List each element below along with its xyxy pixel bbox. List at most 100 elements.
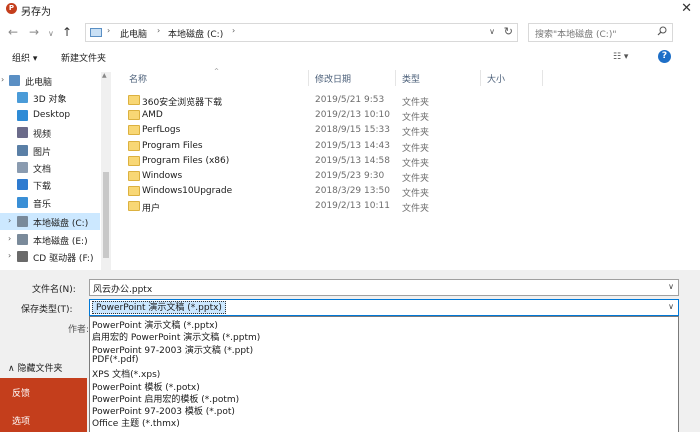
file-name: Program Files (x86) — [142, 155, 230, 166]
backstage-feedback[interactable]: 反馈 — [12, 386, 30, 399]
forward-arrow-icon[interactable]: → — [29, 25, 39, 39]
sidebar-scrollbar[interactable]: ▲ — [101, 72, 111, 270]
file-row[interactable]: Program Files (x86) 2019/5/13 14:58 文件夹 — [118, 154, 478, 169]
cd-drive-icon — [17, 251, 28, 262]
sidebar-item-desktop[interactable]: Desktop — [0, 107, 100, 124]
column-divider[interactable] — [542, 70, 543, 86]
file-date: 2019/2/13 10:11 — [315, 201, 390, 212]
sidebar-item-label: 此电脑 — [25, 78, 53, 88]
refresh-icon[interactable]: ↻ — [504, 25, 513, 38]
sidebar-item-3d-objects[interactable]: 3D 对象 — [0, 89, 100, 106]
sidebar-item-cd-drive[interactable]: › CD 驱动器 (F:) — [0, 248, 100, 265]
filetype-selected-value[interactable]: PowerPoint 演示文稿 (*.pptx) — [92, 301, 226, 314]
file-type: 文件夹 — [402, 98, 430, 108]
file-row[interactable]: PerfLogs 2018/9/15 15:33 文件夹 — [118, 123, 478, 138]
filetype-option[interactable]: PowerPoint 97-2003 演示文稿 (*.ppt) — [92, 343, 253, 356]
breadcrumb-separator-icon[interactable]: › — [232, 26, 235, 35]
filetype-option[interactable]: XPS 文档(*.xps) — [92, 367, 160, 380]
sidebar-item-pictures[interactable]: 图片 — [0, 142, 100, 159]
column-divider[interactable] — [308, 70, 309, 86]
sidebar-item-computer[interactable]: › 此电脑 — [0, 72, 100, 89]
view-options-icon[interactable]: ☷ ▾ — [613, 52, 628, 62]
breadcrumb-separator-icon[interactable]: › — [107, 26, 110, 35]
sidebar-item-label: CD 驱动器 (F:) — [33, 254, 94, 264]
filetype-option[interactable]: 启用宏的 PowerPoint 演示文稿 (*.pptm) — [92, 330, 260, 343]
title-bar: P 另存为 ✕ — [0, 0, 700, 20]
sidebar-scroll-thumb[interactable] — [103, 172, 109, 258]
breadcrumb-drive-c[interactable]: 本地磁盘 (C:) — [168, 27, 223, 40]
breadcrumb-this-pc[interactable]: 此电脑 — [120, 27, 147, 40]
folder-icon — [128, 125, 140, 136]
sidebar-item-drive-c[interactable]: › 本地磁盘 (C:) — [0, 213, 100, 231]
documents-icon — [17, 162, 28, 173]
filetype-option[interactable]: PDF(*.pdf) — [92, 355, 139, 365]
file-row[interactable]: Windows 2019/5/23 9:30 文件夹 — [118, 169, 478, 184]
file-type: 文件夹 — [402, 174, 430, 184]
sidebar-item-label: 3D 对象 — [33, 95, 67, 106]
search-placeholder[interactable]: 搜索"本地磁盘 (C:)" — [535, 27, 616, 40]
filetype-option[interactable]: PowerPoint 97-2003 模板 (*.pot) — [92, 404, 235, 417]
sidebar-item-music[interactable]: 音乐 — [0, 194, 100, 211]
recent-locations-chevron-icon[interactable]: ∨ — [48, 27, 54, 41]
organize-button[interactable]: 组织 ▾ — [12, 51, 37, 64]
filename-value[interactable]: 风云办公.pptx — [93, 282, 152, 295]
column-header-name[interactable]: 名称 — [129, 72, 147, 85]
sidebar-item-video[interactable]: 视频 — [0, 124, 100, 141]
file-row[interactable]: AMD 2019/2/13 10:10 文件夹 — [118, 108, 478, 123]
folder-icon — [128, 155, 140, 166]
breadcrumb-separator-icon[interactable]: › — [157, 26, 160, 35]
filetype-option[interactable]: PowerPoint 演示文稿 (*.pptx) — [92, 318, 218, 331]
filetype-select[interactable]: PowerPoint 演示文稿 (*.pptx) ∨ — [89, 299, 679, 316]
expand-chevron-icon[interactable]: › — [8, 234, 11, 243]
file-type: 文件夹 — [402, 128, 430, 139]
filetype-dropdown-list: PowerPoint 演示文稿 (*.pptx) 启用宏的 PowerPoint … — [89, 316, 679, 432]
file-type: 文件夹 — [402, 189, 430, 200]
backstage-options[interactable]: 选项 — [12, 414, 30, 427]
new-folder-button[interactable]: 新建文件夹 — [61, 51, 106, 64]
search-icon[interactable] — [657, 26, 667, 36]
file-name: 用户 — [142, 204, 161, 215]
filename-dropdown-icon[interactable]: ∨ — [668, 282, 674, 291]
music-icon — [17, 196, 28, 208]
expand-chevron-icon[interactable]: › — [8, 251, 11, 260]
column-header-type[interactable]: 类型 — [402, 72, 420, 85]
back-arrow-icon[interactable]: ← — [8, 25, 18, 39]
hide-folders-button[interactable]: ∧ 隐藏文件夹 — [8, 361, 62, 374]
file-row[interactable]: 360安全浏览器下载 2019/5/21 9:53 文件夹 — [118, 93, 478, 108]
sidebar-item-label: 下载 — [33, 182, 52, 193]
backstage-panel: 反馈 选项 — [0, 378, 87, 432]
address-bar[interactable]: › 此电脑 › 本地磁盘 (C:) › ∨ ↻ — [85, 23, 518, 42]
file-row[interactable]: Windows10Upgrade 2018/3/29 13:50 文件夹 — [118, 184, 478, 199]
file-name: Windows10Upgrade — [142, 186, 233, 197]
sidebar-item-label: 视频 — [33, 130, 52, 141]
expand-chevron-icon[interactable]: › — [1, 75, 4, 84]
file-name: Windows — [142, 171, 183, 181]
column-header-size[interactable]: 大小 — [487, 72, 505, 85]
up-arrow-icon[interactable]: ↑ — [62, 25, 72, 39]
authors-label: 作者: — [68, 325, 90, 335]
filetype-label: 保存类型(T): — [21, 305, 73, 315]
sidebar-item-label: 图片 — [33, 147, 52, 158]
help-icon[interactable]: ? — [658, 50, 671, 63]
close-icon[interactable]: ✕ — [681, 1, 692, 16]
column-header-date[interactable]: 修改日期 — [315, 72, 351, 85]
address-dropdown-icon[interactable]: ∨ — [489, 27, 495, 36]
column-divider[interactable] — [480, 70, 481, 86]
column-divider[interactable] — [395, 70, 396, 86]
sidebar-item-drive-e[interactable]: › 本地磁盘 (E:) — [0, 231, 100, 248]
filetype-dropdown-icon[interactable]: ∨ — [668, 302, 674, 311]
filename-input[interactable]: 风云办公.pptx ∨ — [89, 279, 679, 296]
scroll-up-icon[interactable]: ▲ — [102, 72, 107, 79]
filetype-option[interactable]: PowerPoint 模板 (*.potx) — [92, 380, 200, 393]
file-row[interactable]: 用户 2019/2/13 10:11 文件夹 — [118, 199, 478, 214]
search-box[interactable]: 搜索"本地磁盘 (C:)" — [528, 23, 673, 42]
expand-chevron-icon[interactable]: › — [8, 216, 11, 225]
file-date: 2019/5/23 9:30 — [315, 171, 385, 181]
filetype-option[interactable]: Office 主题 (*.thmx) — [92, 416, 180, 429]
drive-e-icon — [17, 233, 28, 245]
navigation-bar: ← → ∨ ↑ › 此电脑 › 本地磁盘 (C:) › ∨ ↻ 搜索"本地磁盘 … — [0, 20, 700, 46]
file-row[interactable]: Program Files 2019/5/13 14:43 文件夹 — [118, 139, 478, 154]
sidebar-item-documents[interactable]: 文档 — [0, 159, 100, 176]
filetype-option[interactable]: PowerPoint 启用宏的模板 (*.potm) — [92, 392, 239, 405]
sidebar-item-downloads[interactable]: 下载 — [0, 176, 100, 193]
